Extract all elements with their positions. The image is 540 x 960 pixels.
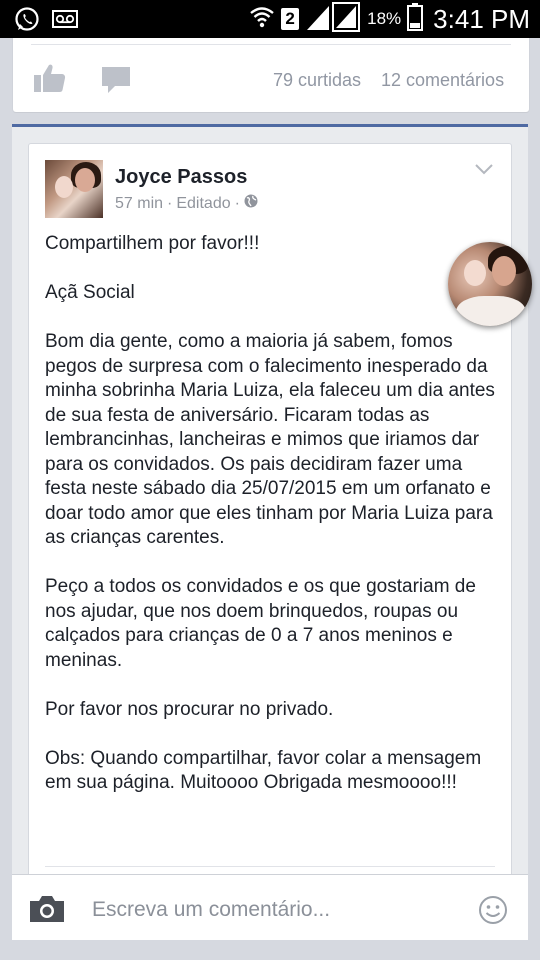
sim-badge: 2: [281, 8, 300, 30]
post-meta: 57 min · Editado ·: [115, 194, 258, 213]
clock: 3:41 PM: [433, 3, 530, 34]
shared-post-container: Joyce Passos 57 min · Editado · Comparti…: [12, 124, 528, 905]
comment-icon[interactable]: [101, 66, 131, 99]
post-time[interactable]: 57 min: [115, 195, 163, 213]
meta-separator: ·: [167, 194, 173, 212]
post-body: Compartilhem por favor!!! Açã Social Bom…: [45, 232, 497, 820]
post-paragraph: Obs: Quando compartilhar, favor colar a …: [45, 747, 482, 794]
post-paragraph: Por favor nos procurar no privado.: [45, 698, 334, 720]
battery-icon: [407, 2, 424, 36]
status-bar: 2 18% 3:41 PM: [0, 0, 540, 38]
voicemail-icon: [52, 9, 78, 34]
post-paragraph: Compartilhem por favor!!!: [45, 233, 260, 254]
likes-count[interactable]: 79 curtidas: [273, 70, 361, 91]
chevron-down-icon[interactable]: [475, 162, 493, 180]
battery-percent: 18%: [367, 9, 402, 28]
post-paragraph: Açã Social: [45, 282, 135, 303]
author-name[interactable]: Joyce Passos: [115, 166, 247, 189]
camera-icon[interactable]: [28, 895, 66, 928]
avatar[interactable]: [45, 160, 103, 218]
globe-icon: [244, 194, 258, 213]
comment-input[interactable]: [90, 891, 454, 929]
edited-label[interactable]: Editado: [176, 195, 230, 213]
post-paragraph: Peço a todos os convidados e os que gost…: [45, 576, 476, 671]
comment-composer: [12, 874, 528, 942]
divider: [31, 44, 511, 45]
whatsapp-icon: [14, 6, 40, 37]
bottom-edge: [0, 940, 540, 960]
comments-count[interactable]: 12 comentários: [381, 70, 504, 91]
like-icon[interactable]: [33, 62, 67, 99]
meta-separator-2: ·: [234, 194, 240, 212]
previous-post-card: 79 curtidas 12 comentários: [12, 38, 530, 113]
post-card: Joyce Passos 57 min · Editado · Comparti…: [28, 143, 512, 905]
emoji-icon[interactable]: [478, 895, 508, 930]
chat-head-avatar[interactable]: [448, 242, 532, 326]
post-paragraph: Bom dia gente, como a maioria já sabem, …: [45, 331, 495, 548]
wifi-icon: [249, 5, 275, 34]
signal-icon: [305, 1, 361, 37]
divider: [45, 866, 495, 867]
